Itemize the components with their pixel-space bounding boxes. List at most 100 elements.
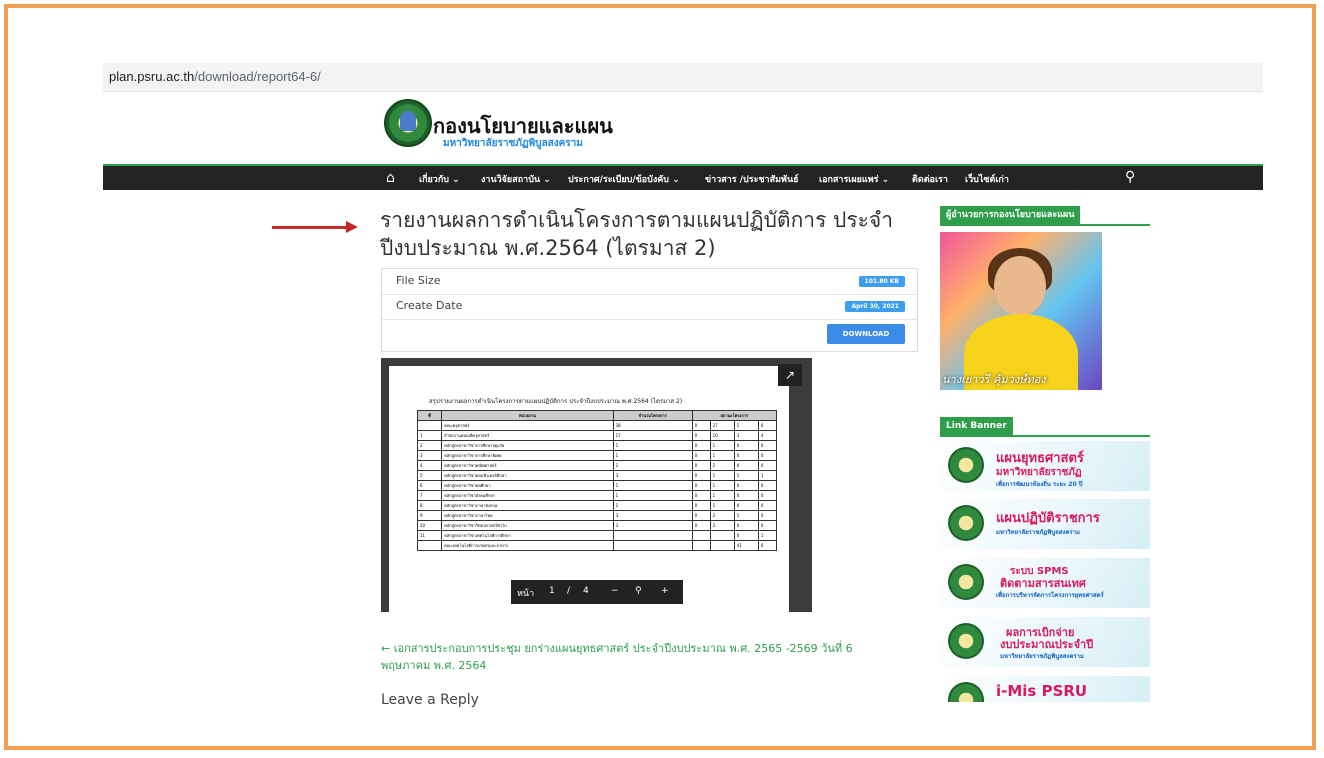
site-header: กองนโยบายและแผน มหาวิทยาลัยราชภัฏพิบูลสง… [103, 92, 1263, 164]
table-cell: หลักสูตรสาขาวิชาคอมพิวเตอร์ศึกษา [441, 470, 614, 481]
create-date-badge: April 30, 2021 [845, 301, 905, 312]
table-cell: 8 [416, 500, 443, 511]
magnifier-icon[interactable]: ⚲ [635, 586, 642, 596]
banner-imis[interactable]: i-Mis PSRU [940, 676, 1150, 702]
download-button[interactable]: DOWNLOAD [827, 324, 905, 344]
table-cell: 1 [733, 510, 759, 521]
comments-heading: Leave a Reply [381, 692, 479, 708]
table-cell: 0 [733, 530, 759, 541]
table-cell [691, 530, 711, 541]
nav-item-news[interactable]: ข่าวสาร /ประชาสัมพันธ์ [705, 172, 799, 186]
home-icon[interactable]: ⌂ [386, 170, 395, 186]
nav-item-announcements[interactable]: ประกาศ/ระเบียบ/ข้อบังคับ ⌄ [568, 172, 680, 186]
table-cell: 27 [709, 420, 735, 431]
nav-item-documents[interactable]: เอกสารเผยแพร่ ⌄ [819, 172, 889, 186]
pager-label: หน้า [517, 589, 535, 599]
table-cell: 10 [709, 430, 735, 441]
table-cell: 1 [612, 490, 693, 501]
table-header: จำนวนโครงการ [612, 410, 693, 421]
banner-title: แผนปฏิบัติราชการ [996, 511, 1100, 526]
url-text[interactable]: plan.psru.ac.th/download/report64-6/ [109, 69, 321, 84]
zoom-out-button[interactable]: − [611, 586, 619, 596]
page-title: รายงานผลการดำเนินโครงการตามแผนปฏิบัติการ… [380, 208, 894, 260]
site-subtitle: มหาวิทยาลัยราชภัฏพิบูลสงคราม [443, 138, 583, 149]
table-cell: 0 [757, 440, 778, 451]
director-photo: นางเยาวรี คุ้มวงษ์ทอง [940, 232, 1102, 390]
table-cell: 0 [691, 420, 711, 431]
table-cell: 0 [691, 440, 711, 451]
main-nav: ⌂ เกี่ยวกับ ⌄ งานวิจัยสถาบัน ⌄ ประกาศ/ระ… [103, 166, 1263, 190]
table-cell [416, 540, 443, 551]
pdf-doc-title: สรุปรายงานผลการดำเนินโครงการตามแผนปฏิบัต… [429, 398, 683, 405]
table-cell: 0 [691, 510, 711, 521]
banner-action-plan[interactable]: แผนปฏิบัติราชการ มหาวิทยาลัยราชภัฏพิบูลส… [940, 499, 1150, 549]
nav-item-old-site[interactable]: เว็บไซต์เก่า [965, 172, 1009, 186]
table-cell: 7 [416, 490, 443, 501]
previous-post-link[interactable]: ← เอกสารประกอบการประชุม ยกร่างแผนยุทธศาส… [381, 640, 881, 674]
table-cell: 0 [733, 520, 759, 531]
table-cell: 0 [691, 430, 711, 441]
table-cell [709, 530, 735, 541]
table-cell: 3 [733, 430, 759, 441]
table-cell: 41 [733, 540, 759, 551]
table-cell: 1 [709, 500, 735, 511]
address-bar[interactable]: plan.psru.ac.th/download/report64-6/ [103, 63, 1263, 92]
table-cell: 9 [416, 510, 443, 521]
table-group-header: สถานะโครงการ [691, 410, 778, 421]
table-cell: 0 [733, 500, 759, 511]
red-arrow-annotation [272, 221, 358, 233]
url-path: /download/report64-6/ [194, 69, 321, 84]
table-cell: หลักสูตรสาขาวิชาภาษาไทย [441, 510, 614, 521]
zoom-in-button[interactable]: + [661, 586, 669, 596]
university-seal-icon [948, 447, 984, 483]
table-cell: 0 [733, 490, 759, 501]
search-icon[interactable]: ⚲ [1125, 169, 1135, 185]
table-cell: 0 [733, 460, 759, 471]
table-cell: 1 [709, 490, 735, 501]
table-cell: หลักสูตรสาขาวิชาสังคมศึกษา [441, 490, 614, 501]
university-seal-icon [948, 564, 984, 600]
table-cell: 0 [691, 520, 711, 531]
table-cell: 6 [757, 420, 778, 431]
table-cell: 0 [733, 440, 759, 451]
table-header: หน่วยงาน [441, 410, 614, 421]
banner-spms[interactable]: ระบบ SPMS ติดตามสารสนเทศ เพื่อการบริหารจ… [940, 558, 1150, 608]
nav-item-research[interactable]: งานวิจัยสถาบัน ⌄ [481, 172, 551, 186]
table-row: 10 หลักสูตรสาขาวิชาวิทยาศาสตร์ทั่วไป 3 0 3 0 0 [416, 520, 778, 531]
table-cell: 3 [612, 510, 693, 521]
table-cell: สำนักงานคณบดีครุศาสตร์ [441, 430, 614, 441]
banner-budget[interactable]: ผลการเบิกจ่าย งบประมาณประจำปี มหาวิทยาลั… [940, 617, 1150, 667]
table-cell: 4 [416, 460, 443, 471]
table-cell: 10 [416, 520, 443, 531]
table-cell: 0 [691, 460, 711, 471]
table-cell: 1 [733, 470, 759, 481]
table-row: 11 หลักสูตรสาขาวิชาเทคโนโลยีการศึกษา 0 1 [416, 530, 778, 541]
pdf-viewer[interactable]: สรุปรายงานผลการดำเนินโครงการตามแผนปฏิบัต… [381, 358, 812, 612]
nav-item-contact[interactable]: ติดต่อเรา [912, 172, 948, 186]
pdf-summary-table: ที่ หน่วยงาน จำนวนโครงการ สถานะโครงการ ค… [416, 410, 778, 551]
table-cell: 2 [612, 460, 693, 471]
university-seal-logo[interactable] [384, 99, 432, 147]
table-cell: 0 [733, 450, 759, 461]
table-cell: 1 [612, 450, 693, 461]
table-cell: 5 [733, 420, 759, 431]
table-body: คณะครุศาสตร์ 38 0 27 5 6 1 สำนักงานคณบดีครุศาสต… [416, 420, 778, 551]
banner-strategic-plan[interactable]: แผนยุทธศาสตร์ มหาวิทยาลัยราชภัฏ เพื่อการ… [940, 441, 1150, 491]
table-cell: 0 [733, 480, 759, 491]
table-cell: คณะครุศาสตร์ [441, 420, 614, 431]
table-cell: หลักสูตรสาขาวิชาการศึกษาพิเศษ [441, 450, 614, 461]
table-cell: 1 [709, 450, 735, 461]
table-row: คณะเทคโนโลยีการเกษตรและอาหาร 41 6 [416, 540, 778, 551]
table-cell: หลักสูตรสาขาวิชาคณิตศาสตร์ [441, 460, 614, 471]
table-row: 1 สำนักงานคณบดีครุศาสตร์ 17 0 10 3 4 [416, 430, 778, 441]
table-cell: หลักสูตรสาขาวิชาเทคโนโลยีการศึกษา [441, 530, 614, 541]
table-cell: 0 [691, 500, 711, 511]
table-row: 7 หลักสูตรสาขาวิชาสังคมศึกษา 1 0 1 0 0 [416, 490, 778, 501]
create-date-row: Create Date April 30, 2021 [382, 294, 917, 320]
nav-item-about[interactable]: เกี่ยวกับ ⌄ [419, 172, 460, 186]
table-cell: 2 [709, 460, 735, 471]
page-current[interactable]: 1 [549, 586, 555, 596]
external-link-icon[interactable]: ↗ [778, 364, 802, 386]
table-cell: 0 [757, 460, 778, 471]
table-cell: 2 [709, 510, 735, 521]
